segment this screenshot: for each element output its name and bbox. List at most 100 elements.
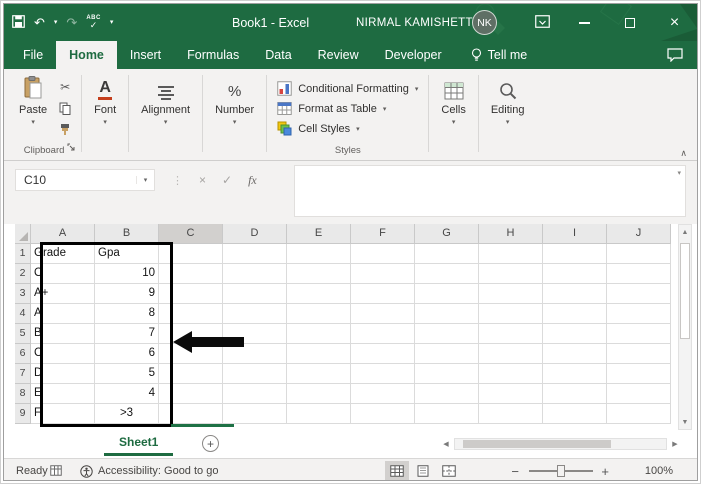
cell-styles-button[interactable]: Cell Styles ▾ <box>274 119 421 138</box>
formula-bar-resize-handle[interactable]: ⋮ <box>172 174 183 187</box>
cell-D2[interactable] <box>223 264 287 284</box>
conditional-formatting-button[interactable]: Conditional Formatting ▾ <box>274 79 421 98</box>
row-header-7[interactable]: 7 <box>15 364 31 384</box>
alignment-menu-button[interactable]: Alignment ▾ <box>134 71 197 144</box>
cell-F9[interactable] <box>351 404 415 424</box>
column-header-B[interactable]: B <box>95 224 159 244</box>
cell-G3[interactable] <box>415 284 479 304</box>
row-header-9[interactable]: 9 <box>15 404 31 424</box>
copy-button[interactable] <box>54 100 76 116</box>
cell-G6[interactable] <box>415 344 479 364</box>
name-box-dropdown-icon[interactable]: ▾ <box>136 176 154 184</box>
cell-G8[interactable] <box>415 384 479 404</box>
normal-view-button[interactable] <box>385 461 409 480</box>
scroll-right-button[interactable]: ▶ <box>669 440 681 448</box>
cell-A3[interactable]: A+ <box>31 284 95 304</box>
cell-E9[interactable] <box>287 404 351 424</box>
cell-C7[interactable] <box>159 364 223 384</box>
cell-F4[interactable] <box>351 304 415 324</box>
maximize-button[interactable] <box>607 4 652 41</box>
cell-J1[interactable] <box>607 244 671 264</box>
cell-H1[interactable] <box>479 244 543 264</box>
confirm-entry-button[interactable]: ✓ <box>222 173 232 187</box>
row-header-8[interactable]: 8 <box>15 384 31 404</box>
minimize-button[interactable] <box>562 4 607 41</box>
vertical-scroll-track[interactable] <box>679 239 691 415</box>
cell-A7[interactable]: D <box>31 364 95 384</box>
cell-G7[interactable] <box>415 364 479 384</box>
cell-B3[interactable]: 9 <box>95 284 159 304</box>
cell-F1[interactable] <box>351 244 415 264</box>
cell-J6[interactable] <box>607 344 671 364</box>
cell-J8[interactable] <box>607 384 671 404</box>
cell-B2[interactable]: 10 <box>95 264 159 284</box>
cell-G4[interactable] <box>415 304 479 324</box>
cell-C2[interactable] <box>159 264 223 284</box>
row-header-6[interactable]: 6 <box>15 344 31 364</box>
cut-button[interactable]: ✂ <box>54 79 76 95</box>
cell-B5[interactable]: 7 <box>95 324 159 344</box>
cell-E5[interactable] <box>287 324 351 344</box>
tell-me-button[interactable]: Tell me <box>471 41 527 69</box>
scroll-up-button[interactable]: ▲ <box>679 225 691 239</box>
cell-H9[interactable] <box>479 404 543 424</box>
comments-button[interactable] <box>667 41 697 69</box>
cell-D7[interactable] <box>223 364 287 384</box>
collapse-ribbon-button[interactable]: ∧ <box>680 148 687 159</box>
cell-I4[interactable] <box>543 304 607 324</box>
column-header-E[interactable]: E <box>287 224 351 244</box>
cell-B4[interactable]: 8 <box>95 304 159 324</box>
column-header-H[interactable]: H <box>479 224 543 244</box>
redo-button[interactable]: ↷ <box>66 16 77 29</box>
cell-G2[interactable] <box>415 264 479 284</box>
name-box[interactable]: C10 ▾ <box>15 169 155 191</box>
cell-A9[interactable]: F <box>31 404 95 424</box>
number-menu-button[interactable]: % Number ▾ <box>208 71 261 144</box>
cell-D9[interactable] <box>223 404 287 424</box>
cell-H7[interactable] <box>479 364 543 384</box>
close-button[interactable]: × <box>652 4 697 41</box>
cell-D1[interactable] <box>223 244 287 264</box>
cell-G1[interactable] <box>415 244 479 264</box>
cell-A5[interactable]: B <box>31 324 95 344</box>
paste-button[interactable]: Paste ▾ <box>12 71 54 144</box>
cell-A2[interactable]: O <box>31 264 95 284</box>
tab-insert[interactable]: Insert <box>117 41 174 69</box>
page-break-view-button[interactable] <box>437 461 461 480</box>
account-name[interactable]: NIRMAL KAMISHETTY <box>356 4 481 41</box>
cell-C9[interactable] <box>159 404 223 424</box>
cell-F6[interactable] <box>351 344 415 364</box>
font-menu-button[interactable]: A Font ▾ <box>87 71 123 144</box>
row-header-5[interactable]: 5 <box>15 324 31 344</box>
horizontal-scroll-thumb[interactable] <box>463 440 611 448</box>
row-header-4[interactable]: 4 <box>15 304 31 324</box>
cell-I8[interactable] <box>543 384 607 404</box>
cell-I3[interactable] <box>543 284 607 304</box>
cell-A6[interactable]: C <box>31 344 95 364</box>
undo-button[interactable]: ↶ <box>34 16 45 29</box>
zoom-slider[interactable] <box>529 465 593 477</box>
column-header-J[interactable]: J <box>607 224 671 244</box>
cell-E4[interactable] <box>287 304 351 324</box>
cells-menu-button[interactable]: Cells ▾ <box>434 71 472 144</box>
ribbon-display-options-button[interactable] <box>535 15 550 33</box>
new-sheet-button[interactable]: + <box>202 435 219 452</box>
cell-E2[interactable] <box>287 264 351 284</box>
row-header-1[interactable]: 1 <box>15 244 31 264</box>
vertical-scrollbar[interactable]: ▲ ▼ <box>678 224 692 430</box>
cell-J2[interactable] <box>607 264 671 284</box>
column-header-A[interactable]: A <box>31 224 95 244</box>
format-painter-button[interactable] <box>54 121 76 137</box>
cell-B6[interactable]: 6 <box>95 344 159 364</box>
insert-function-button[interactable]: fx <box>248 173 257 188</box>
cell-H2[interactable] <box>479 264 543 284</box>
undo-dropdown[interactable]: ▾ <box>54 19 58 26</box>
column-header-G[interactable]: G <box>415 224 479 244</box>
format-as-table-button[interactable]: Format as Table ▾ <box>274 99 421 118</box>
cell-B1[interactable]: Gpa <box>95 244 159 264</box>
cell-A8[interactable]: E <box>31 384 95 404</box>
column-header-D[interactable]: D <box>223 224 287 244</box>
cell-J7[interactable] <box>607 364 671 384</box>
accessibility-status[interactable]: Accessibility: Good to go <box>80 459 218 480</box>
cell-C4[interactable] <box>159 304 223 324</box>
